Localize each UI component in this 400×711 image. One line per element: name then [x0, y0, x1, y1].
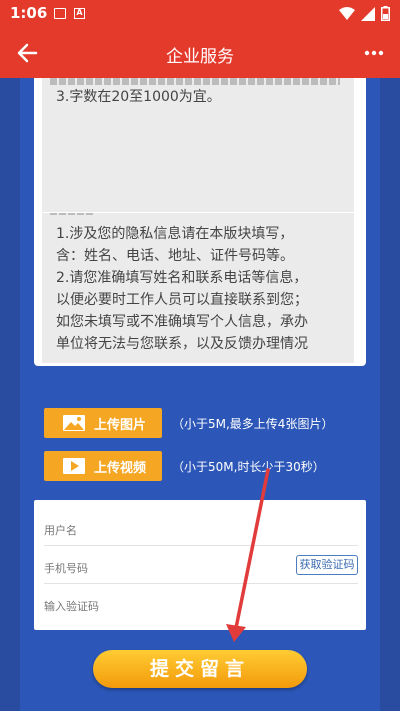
- code-field[interactable]: 输入验证码: [44, 584, 358, 622]
- message-card: 3.字数在20至1000为宜。 1.涉及您的隐私信息请在本版块填写， 含：姓名、…: [34, 78, 366, 366]
- more-options-button[interactable]: [358, 40, 388, 66]
- upload-image-hint: （小于5M,最多上传4张图片）: [172, 416, 334, 431]
- code-placeholder: 输入验证码: [44, 600, 99, 613]
- image-icon: [63, 415, 85, 431]
- signal-icon: [361, 6, 375, 21]
- app-bar: 企业服务: [0, 28, 400, 78]
- clipped-heading-line: [50, 213, 110, 215]
- submit-button[interactable]: 提交留言: [93, 650, 307, 688]
- upload-video-row: 上传视频 （小于50M,时长少于30秒）: [44, 450, 325, 482]
- username-field[interactable]: 用户名: [44, 508, 358, 546]
- phone-placeholder: 手机号码: [44, 562, 88, 575]
- privacy-line: 含：姓名、电话、地址、证件号码等。: [56, 248, 294, 264]
- app-notification-icon: A: [74, 8, 85, 19]
- page-title: 企业服务: [166, 47, 234, 67]
- more-dots-icon: [364, 50, 384, 56]
- privacy-textarea[interactable]: 1.涉及您的隐私信息请在本版块填写， 含：姓名、电话、地址、证件号码等。 2.请…: [42, 213, 354, 363]
- upload-video-label: 上传视频: [94, 460, 147, 476]
- privacy-line: 如您未填写或不准确填写个人信息，承办: [56, 314, 308, 330]
- video-play-icon: [63, 458, 85, 474]
- get-code-button[interactable]: 获取验证码: [296, 555, 358, 575]
- contact-form: 用户名 手机号码 获取验证码 输入验证码: [34, 500, 366, 630]
- status-time: 1:06: [10, 4, 48, 22]
- privacy-line: 1.涉及您的隐私信息请在本版块填写，: [56, 226, 294, 242]
- upload-image-label: 上传图片: [94, 417, 147, 433]
- battery-icon: [381, 6, 390, 21]
- gallery-notification-icon: [54, 8, 66, 19]
- upload-image-button[interactable]: 上传图片: [44, 408, 162, 438]
- message-textarea[interactable]: 3.字数在20至1000为宜。: [42, 78, 354, 212]
- upload-video-hint: （小于50M,时长少于30秒）: [172, 459, 325, 474]
- wifi-icon: [339, 6, 355, 20]
- status-bar: 1:06 A: [0, 0, 400, 28]
- phone-field[interactable]: 手机号码 获取验证码: [44, 546, 358, 584]
- upload-image-row: 上传图片 （小于5M,最多上传4张图片）: [44, 407, 333, 439]
- privacy-line: 以便必要时工作人员可以直接联系到您；: [56, 292, 308, 308]
- username-placeholder: 用户名: [44, 524, 77, 537]
- upload-video-button[interactable]: 上传视频: [44, 451, 162, 481]
- guideline-item-3: 3.字数在20至1000为宜。: [56, 89, 221, 105]
- privacy-line: 单位将无法与您联系，以及反馈办理情况: [56, 336, 308, 352]
- privacy-line: 2.请您准确填写姓名和联系电话等信息，: [56, 270, 308, 286]
